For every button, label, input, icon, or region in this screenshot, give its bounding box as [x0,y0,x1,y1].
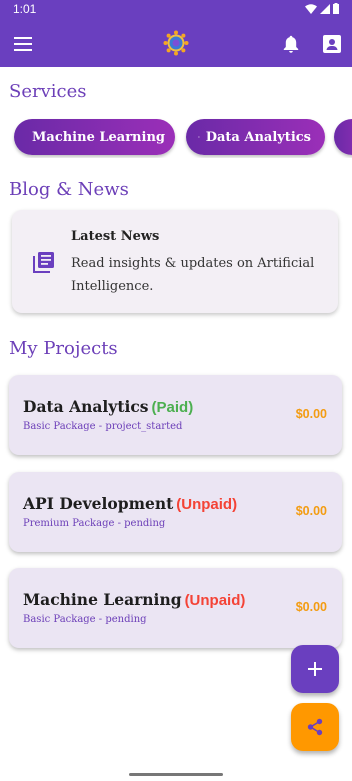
chip-label: Data Analytics [205,129,311,145]
status-time: 1:01 [13,2,37,16]
project-price: $0.00 [295,504,327,518]
menu-icon [14,37,32,51]
project-name: Data Analytics [23,397,149,416]
project-card[interactable]: API Development (Unpaid) Premium Package … [9,472,342,552]
share-fab[interactable] [291,703,339,751]
link-icon [198,136,200,138]
newspaper-icon [33,252,54,273]
share-icon [307,718,323,736]
notifications-button[interactable] [279,32,303,56]
payment-status: (Unpaid) [176,496,238,513]
project-card[interactable]: Data Analytics (Paid) Basic Package - pro… [9,375,342,455]
chip-more[interactable] [334,119,352,155]
profile-button[interactable] [320,32,344,56]
account-box-icon [323,35,341,53]
app-bar: 1:01 [0,0,352,67]
app-logo [163,30,189,56]
chip-machine-learning[interactable]: Machine Learning [14,119,175,155]
project-price: $0.00 [295,600,327,614]
signal-icon [320,3,330,14]
add-fab[interactable] [291,645,339,693]
home-indicator[interactable] [129,773,223,776]
wifi-icon [305,3,317,14]
battery-icon [333,3,339,14]
menu-button[interactable] [11,32,35,56]
payment-status: (Paid) [151,399,194,416]
logo-icon [163,30,189,56]
project-subtitle: Basic Package - project_started [23,421,183,432]
chip-label: Machine Learning [32,129,165,145]
bell-icon [283,35,299,53]
blog-title: Blog & News [9,179,129,200]
services-chips[interactable]: Machine Learning Data Analytics [0,118,352,158]
plus-icon [308,662,322,676]
chip-data-analytics[interactable]: Data Analytics [186,119,325,155]
status-icons [305,3,339,14]
projects-title: My Projects [9,338,118,359]
project-name: Machine Learning [23,590,182,609]
project-card[interactable]: Machine Learning (Unpaid) Basic Package -… [9,568,342,648]
project-price: $0.00 [295,407,327,421]
services-title: Services [9,81,87,102]
project-subtitle: Basic Package - pending [23,614,147,625]
payment-status: (Unpaid) [184,592,246,609]
news-card-title: Latest News [71,229,160,244]
latest-news-card[interactable]: Latest News Read insights & updates on A… [12,210,338,313]
news-card-text: Read insights & updates on Artificial In… [71,256,315,294]
project-name: API Development [23,494,174,513]
project-subtitle: Premium Package - pending [23,518,166,529]
